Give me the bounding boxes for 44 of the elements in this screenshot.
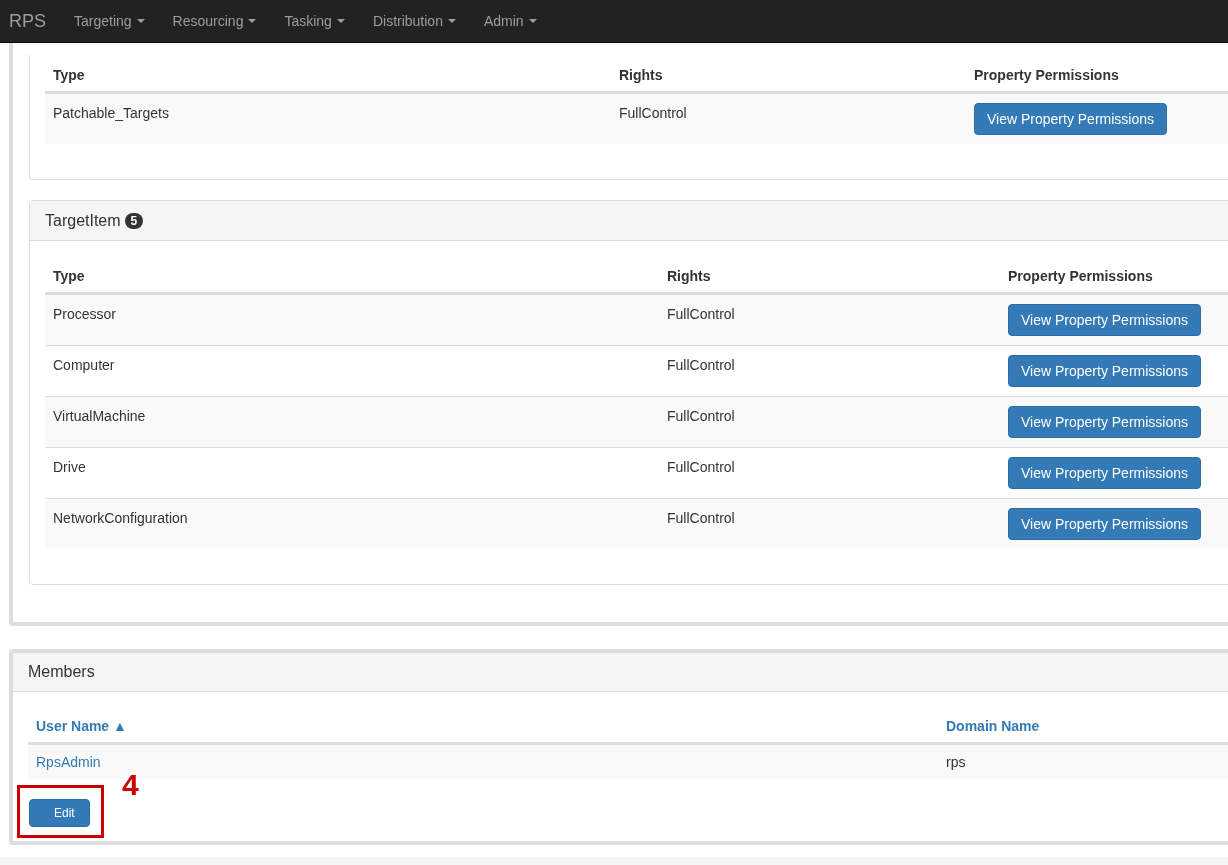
table-cell: FullControl <box>667 357 735 373</box>
table-cell: VirtualMachine <box>53 408 146 424</box>
nav-menu[interactable]: Admin <box>470 13 552 29</box>
table-cell: FullControl <box>667 510 735 526</box>
edit-button[interactable]: Edit <box>29 799 90 827</box>
user-link[interactable]: RpsAdmin <box>36 754 101 770</box>
nav-menu[interactable]: Targeting <box>61 13 160 29</box>
brand-link[interactable]: RPS <box>0 10 61 32</box>
table-cell: FullControl <box>667 459 735 475</box>
panel-title: TargetItem <box>45 211 121 230</box>
column-header: Property Permissions <box>1007 267 1154 286</box>
view-permissions-button[interactable]: View Property Permissions <box>1008 457 1202 489</box>
table-cell: rps <box>946 754 966 770</box>
view-permissions-button[interactable]: View Property Permissions <box>1008 508 1202 540</box>
caret-icon <box>136 19 145 23</box>
nav-menu[interactable]: Tasking <box>271 13 360 29</box>
caret-icon <box>248 19 257 23</box>
table-cell: NetworkConfiguration <box>53 510 188 526</box>
table-cell: FullControl <box>667 408 735 424</box>
caret-icon <box>447 19 456 23</box>
column-header: Type <box>52 66 86 85</box>
annotation-number: 4 <box>122 770 139 800</box>
sort-link[interactable]: User Name ▲ <box>36 718 127 734</box>
column-header: Rights <box>666 267 712 286</box>
table-cell: FullControl <box>667 306 735 322</box>
table-cell: Processor <box>53 306 117 322</box>
nav-menu[interactable]: Resourcing <box>159 13 272 29</box>
caret-icon <box>336 19 345 23</box>
view-permissions-button[interactable]: View Property Permissions <box>1008 355 1202 387</box>
table-cell: Computer <box>53 357 115 373</box>
caret-icon <box>528 19 537 23</box>
table-cell: FullControl <box>619 105 687 121</box>
column-header: Rights <box>618 66 664 85</box>
column-header: Property Permissions <box>973 66 1120 85</box>
view-permissions-button[interactable]: View Property Permissions <box>1008 406 1202 438</box>
view-permissions-button[interactable]: View Property Permissions <box>974 103 1168 135</box>
sort-link[interactable]: Domain Name <box>946 718 1040 734</box>
view-permissions-button[interactable]: View Property Permissions <box>1008 304 1202 336</box>
panel-title: Members <box>28 663 95 681</box>
nav-menu[interactable]: Distribution <box>359 13 471 29</box>
table-cell: Patchable_Targets <box>53 105 169 121</box>
column-header: Type <box>52 267 86 286</box>
count-badge: 5 <box>124 212 144 229</box>
table-cell: Drive <box>53 459 86 475</box>
